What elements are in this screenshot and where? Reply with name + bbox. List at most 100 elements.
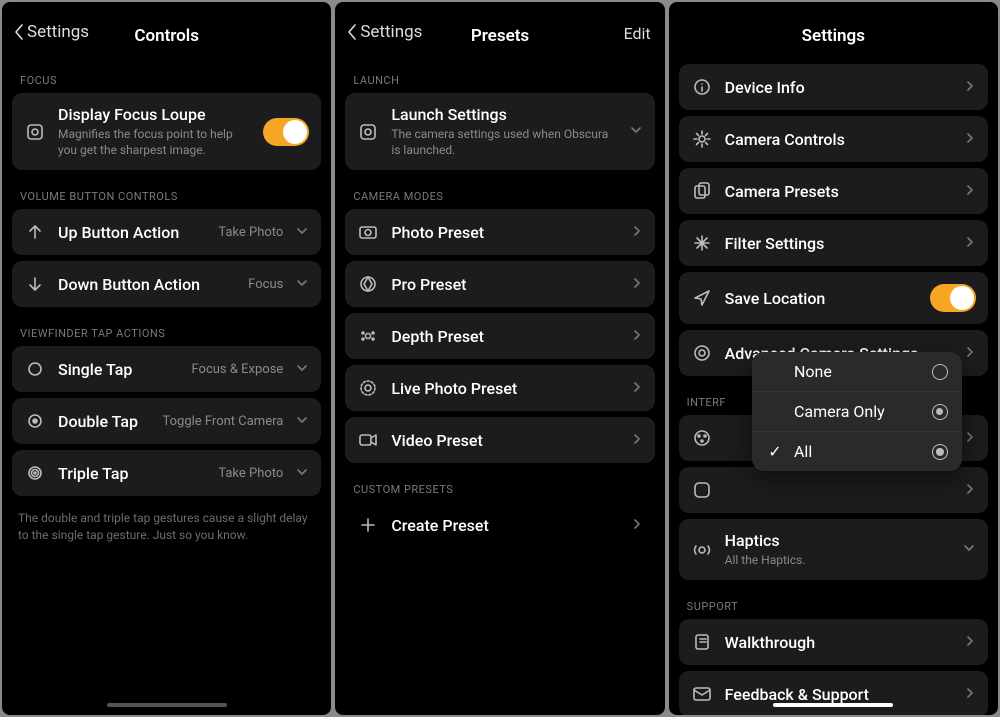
- double-tap-value: Toggle Front Camera: [162, 414, 283, 429]
- launch-title: Launch Settings: [391, 105, 616, 124]
- loupe-title: Display Focus Loupe: [58, 105, 251, 124]
- plus-icon: [357, 514, 379, 536]
- section-custom-header: CUSTOM PRESETS: [345, 469, 654, 502]
- chevron-right-icon: [964, 78, 976, 97]
- down-button-row[interactable]: Down Button Action Focus: [12, 261, 321, 307]
- haptics-row[interactable]: Haptics All the Haptics.: [679, 519, 988, 580]
- chevron-right-icon: [964, 633, 976, 652]
- down-button-value: Focus: [248, 277, 283, 292]
- haptics-title: Haptics: [725, 531, 950, 550]
- photo-preset-title: Photo Preset: [391, 223, 618, 242]
- arrow-up-icon: [24, 221, 46, 243]
- phone-controls: Settings Controls FOCUS Display Focus Lo…: [2, 2, 331, 715]
- chevron-down-icon: [295, 223, 309, 242]
- chevron-left-icon: [14, 23, 25, 41]
- appicon-row[interactable]: [679, 467, 988, 513]
- chevron-right-icon: [964, 182, 976, 201]
- create-preset-row[interactable]: Create Preset: [345, 502, 654, 548]
- page-title: Settings: [802, 26, 865, 46]
- chevron-right-icon: [631, 431, 643, 450]
- nav-bar: Settings Controls: [2, 2, 331, 60]
- palette-icon: [691, 427, 713, 449]
- chevron-left-icon: [347, 23, 358, 41]
- single-tap-row[interactable]: Single Tap Focus & Expose: [12, 346, 321, 392]
- location-icon: [691, 287, 713, 309]
- chevron-right-icon: [631, 379, 643, 398]
- live-photo-icon: [357, 377, 379, 399]
- double-tap-title: Double Tap: [58, 412, 150, 431]
- feedback-title: Feedback & Support: [725, 685, 952, 704]
- presets-icon: [691, 180, 713, 202]
- walkthrough-row[interactable]: Walkthrough: [679, 619, 988, 665]
- save-location-row[interactable]: Save Location: [679, 272, 988, 324]
- up-button-row[interactable]: Up Button Action Take Photo: [12, 209, 321, 255]
- video-icon: [357, 429, 379, 451]
- popup-option-camera-only[interactable]: Camera Only: [752, 392, 962, 432]
- down-button-title: Down Button Action: [58, 275, 236, 294]
- home-indicator: [107, 703, 227, 707]
- back-label: Settings: [360, 22, 422, 42]
- arrow-down-icon: [24, 273, 46, 295]
- chevron-down-icon: [295, 464, 309, 483]
- filter-settings-row[interactable]: Filter Settings: [679, 220, 988, 266]
- triple-tap-value: Take Photo: [218, 466, 283, 481]
- chevron-right-icon: [631, 275, 643, 294]
- section-volume-header: VOLUME BUTTON CONTROLS: [12, 176, 321, 209]
- camera-icon: [357, 221, 379, 243]
- cell-body: Launch Settings The camera settings used…: [391, 105, 616, 158]
- radio-dot-icon: [932, 404, 948, 420]
- back-button[interactable]: Settings: [14, 22, 89, 42]
- single-tap-value: Focus & Expose: [191, 362, 283, 377]
- depth-preset-row[interactable]: Depth Preset: [345, 313, 654, 359]
- chevron-right-icon: [631, 223, 643, 242]
- book-icon: [691, 631, 713, 653]
- single-tap-icon: [24, 358, 46, 380]
- walkthrough-title: Walkthrough: [725, 633, 952, 652]
- content-area: LAUNCH Launch Settings The camera settin…: [335, 60, 664, 715]
- chevron-down-icon: [295, 360, 309, 379]
- feedback-row[interactable]: Feedback & Support: [679, 671, 988, 715]
- page-title: Controls: [134, 26, 199, 46]
- device-info-row[interactable]: Device Info: [679, 64, 988, 110]
- popup-none-label: None: [794, 362, 922, 381]
- launch-settings-row[interactable]: Launch Settings The camera settings used…: [345, 93, 654, 170]
- section-viewfinder-header: VIEWFINDER TAP ACTIONS: [12, 313, 321, 346]
- appicon-icon: [691, 479, 713, 501]
- phone-presets: Settings Presets Edit LAUNCH Launch Sett…: [335, 2, 664, 715]
- loupe-toggle[interactable]: [263, 118, 309, 146]
- triple-tap-row[interactable]: Triple Tap Take Photo: [12, 450, 321, 496]
- launch-icon: [357, 121, 379, 143]
- haptics-subtitle: All the Haptics.: [725, 552, 950, 568]
- popup-option-none[interactable]: None: [752, 352, 962, 392]
- appicon-title: [725, 481, 952, 500]
- camera-presets-row[interactable]: Camera Presets: [679, 168, 988, 214]
- back-button[interactable]: Settings: [347, 22, 422, 42]
- filter-settings-title: Filter Settings: [725, 234, 952, 253]
- camera-controls-row[interactable]: Camera Controls: [679, 116, 988, 162]
- live-photo-preset-title: Live Photo Preset: [391, 379, 618, 398]
- checkmark-icon: ✓: [766, 442, 784, 461]
- photo-preset-row[interactable]: Photo Preset: [345, 209, 654, 255]
- chevron-right-icon: [964, 685, 976, 704]
- popup-option-all[interactable]: ✓ All: [752, 432, 962, 471]
- popup-all-label: All: [794, 442, 922, 461]
- nav-bar: Settings: [669, 2, 998, 60]
- aperture-icon: [357, 273, 379, 295]
- focus-loupe-row[interactable]: Display Focus Loupe Magnifies the focus …: [12, 93, 321, 170]
- radio-target-icon: [932, 444, 948, 460]
- save-location-toggle[interactable]: [930, 284, 976, 312]
- chevron-right-icon: [964, 234, 976, 253]
- section-launch-header: LAUNCH: [345, 60, 654, 93]
- live-photo-preset-row[interactable]: Live Photo Preset: [345, 365, 654, 411]
- pro-preset-title: Pro Preset: [391, 275, 618, 294]
- video-preset-row[interactable]: Video Preset: [345, 417, 654, 463]
- popup-camera-label: Camera Only: [794, 402, 922, 421]
- advanced-icon: [691, 342, 713, 364]
- launch-subtitle: The camera settings used when Obscura is…: [391, 126, 616, 158]
- edit-button[interactable]: Edit: [624, 24, 651, 43]
- up-button-title: Up Button Action: [58, 223, 206, 242]
- phone-settings: Settings Device Info Camera Controls Cam…: [669, 2, 998, 715]
- double-tap-row[interactable]: Double Tap Toggle Front Camera: [12, 398, 321, 444]
- haptics-popup: None Camera Only ✓ All: [752, 352, 962, 471]
- pro-preset-row[interactable]: Pro Preset: [345, 261, 654, 307]
